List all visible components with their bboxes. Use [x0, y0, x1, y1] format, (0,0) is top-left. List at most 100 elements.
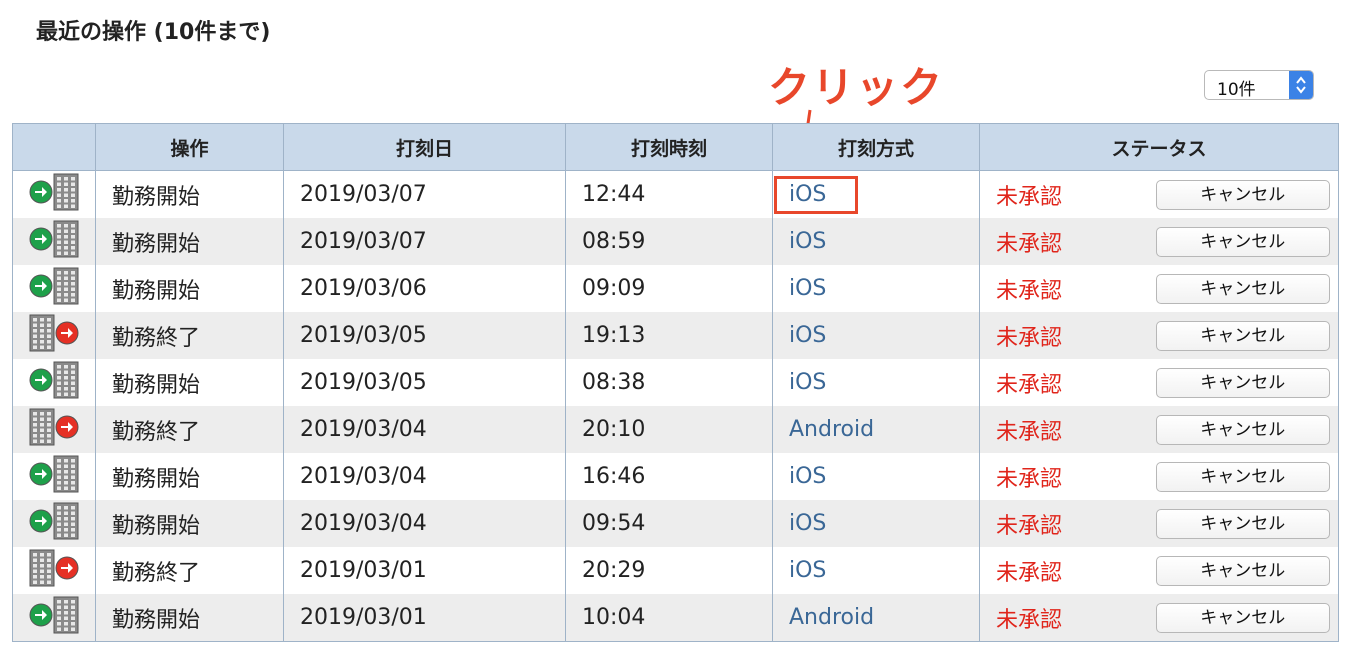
cancel-button[interactable]: キャンセル — [1155, 555, 1330, 586]
row-icons — [12, 406, 96, 453]
green-arrow-icon — [29, 603, 53, 633]
row-action: 勤務終了 — [95, 312, 284, 359]
table-header-row: 操作 打刻日 打刻時刻 打刻方式 ステータス — [12, 123, 1340, 171]
row-time: 16:46 — [565, 453, 773, 500]
row-method[interactable]: iOS — [772, 359, 980, 406]
header-action: 操作 — [95, 123, 284, 171]
table-row: 勤務終了 2019/03/04 20:10 Android 未承認 キャンセル — [12, 406, 1340, 453]
row-time: 08:38 — [565, 359, 773, 406]
row-icons — [12, 265, 96, 312]
building-icon — [29, 408, 55, 452]
row-date: 2019/03/05 — [283, 312, 566, 359]
header-time: 打刻時刻 — [565, 123, 773, 171]
red-arrow-icon — [55, 415, 79, 445]
row-icons — [12, 359, 96, 406]
row-date: 2019/03/07 — [283, 170, 566, 218]
row-status: 未承認 — [979, 500, 1148, 547]
row-method[interactable]: iOS — [772, 500, 980, 547]
building-icon — [29, 549, 55, 593]
row-icons — [12, 500, 96, 547]
row-method[interactable]: iOS — [772, 312, 980, 359]
building-icon — [53, 502, 79, 546]
cancel-button[interactable]: キャンセル — [1155, 367, 1330, 398]
row-method[interactable]: Android — [772, 594, 980, 642]
row-status: 未承認 — [979, 594, 1148, 642]
row-time: 12:44 — [565, 170, 773, 218]
table-row: 勤務開始 2019/03/07 08:59 iOS 未承認 キャンセル — [12, 218, 1340, 265]
row-method[interactable]: iOS — [772, 453, 980, 500]
row-cancel-cell: キャンセル — [1147, 594, 1340, 642]
row-action: 勤務開始 — [95, 453, 284, 500]
green-arrow-icon — [29, 274, 53, 304]
row-time: 20:29 — [565, 547, 773, 594]
row-time: 20:10 — [565, 406, 773, 453]
table-row: 勤務開始 2019/03/04 09:54 iOS 未承認 キャンセル — [12, 500, 1340, 547]
row-action: 勤務開始 — [95, 170, 284, 218]
header-method: 打刻方式 — [772, 123, 980, 171]
row-action: 勤務終了 — [95, 406, 284, 453]
row-status: 未承認 — [979, 359, 1148, 406]
header-icon — [12, 123, 96, 171]
row-status: 未承認 — [979, 547, 1148, 594]
row-cancel-cell: キャンセル — [1147, 218, 1340, 265]
row-time: 09:54 — [565, 500, 773, 547]
row-icons — [12, 170, 96, 218]
row-cancel-cell: キャンセル — [1147, 500, 1340, 547]
cancel-button[interactable]: キャンセル — [1155, 508, 1330, 539]
row-date: 2019/03/04 — [283, 500, 566, 547]
recent-actions-table: 操作 打刻日 打刻時刻 打刻方式 ステータス 勤務開始 2019/03/07 12:… — [12, 123, 1340, 642]
row-cancel-cell: キャンセル — [1147, 547, 1340, 594]
cancel-button[interactable]: キャンセル — [1155, 226, 1330, 257]
row-cancel-cell: キャンセル — [1147, 406, 1340, 453]
table-row: 勤務終了 2019/03/05 19:13 iOS 未承認 キャンセル — [12, 312, 1340, 359]
count-select-value: 10件 — [1217, 80, 1256, 100]
row-date: 2019/03/06 — [283, 265, 566, 312]
row-status: 未承認 — [979, 218, 1148, 265]
green-arrow-icon — [29, 180, 53, 210]
count-select[interactable]: 10件 — [1204, 70, 1314, 100]
row-status: 未承認 — [979, 265, 1148, 312]
row-date: 2019/03/04 — [283, 406, 566, 453]
row-action: 勤務開始 — [95, 359, 284, 406]
row-method[interactable]: iOS — [772, 218, 980, 265]
row-icons — [12, 312, 96, 359]
row-status: 未承認 — [979, 453, 1148, 500]
row-method[interactable]: iOS — [772, 265, 980, 312]
annotation-label: クリック — [768, 63, 945, 112]
header-date: 打刻日 — [283, 123, 566, 171]
table-row: 勤務開始 2019/03/06 09:09 iOS 未承認 キャンセル — [12, 265, 1340, 312]
table-row: 勤務終了 2019/03/01 20:29 iOS 未承認 キャンセル — [12, 547, 1340, 594]
green-arrow-icon — [29, 509, 53, 539]
row-time: 08:59 — [565, 218, 773, 265]
table-row: 勤務開始 2019/03/01 10:04 Android 未承認 キャンセル — [12, 594, 1340, 642]
row-time: 10:04 — [565, 594, 773, 642]
cancel-button[interactable]: キャンセル — [1155, 414, 1330, 445]
table-row: 勤務開始 2019/03/07 12:44 iOS 未承認 キャンセル — [12, 170, 1340, 218]
row-date: 2019/03/01 — [283, 594, 566, 642]
cancel-button[interactable]: キャンセル — [1155, 461, 1330, 492]
cancel-button[interactable]: キャンセル — [1155, 179, 1330, 210]
green-arrow-icon — [29, 462, 53, 492]
cancel-button[interactable]: キャンセル — [1155, 320, 1330, 351]
cancel-button[interactable]: キャンセル — [1155, 602, 1330, 633]
row-status: 未承認 — [979, 312, 1148, 359]
green-arrow-icon — [29, 227, 53, 257]
green-arrow-icon — [29, 368, 53, 398]
row-action: 勤務開始 — [95, 594, 284, 642]
red-arrow-icon — [55, 556, 79, 586]
building-icon — [53, 220, 79, 264]
building-icon — [53, 267, 79, 311]
row-action: 勤務開始 — [95, 218, 284, 265]
row-date: 2019/03/01 — [283, 547, 566, 594]
row-date: 2019/03/04 — [283, 453, 566, 500]
row-method[interactable]: iOS — [772, 547, 980, 594]
row-action: 勤務終了 — [95, 547, 284, 594]
table-row: 勤務開始 2019/03/04 16:46 iOS 未承認 キャンセル — [12, 453, 1340, 500]
row-method[interactable]: Android — [772, 406, 980, 453]
building-icon — [53, 455, 79, 499]
row-status: 未承認 — [979, 170, 1148, 218]
cancel-button[interactable]: キャンセル — [1155, 273, 1330, 304]
building-icon — [53, 173, 79, 217]
row-icons — [12, 218, 96, 265]
row-cancel-cell: キャンセル — [1147, 359, 1340, 406]
